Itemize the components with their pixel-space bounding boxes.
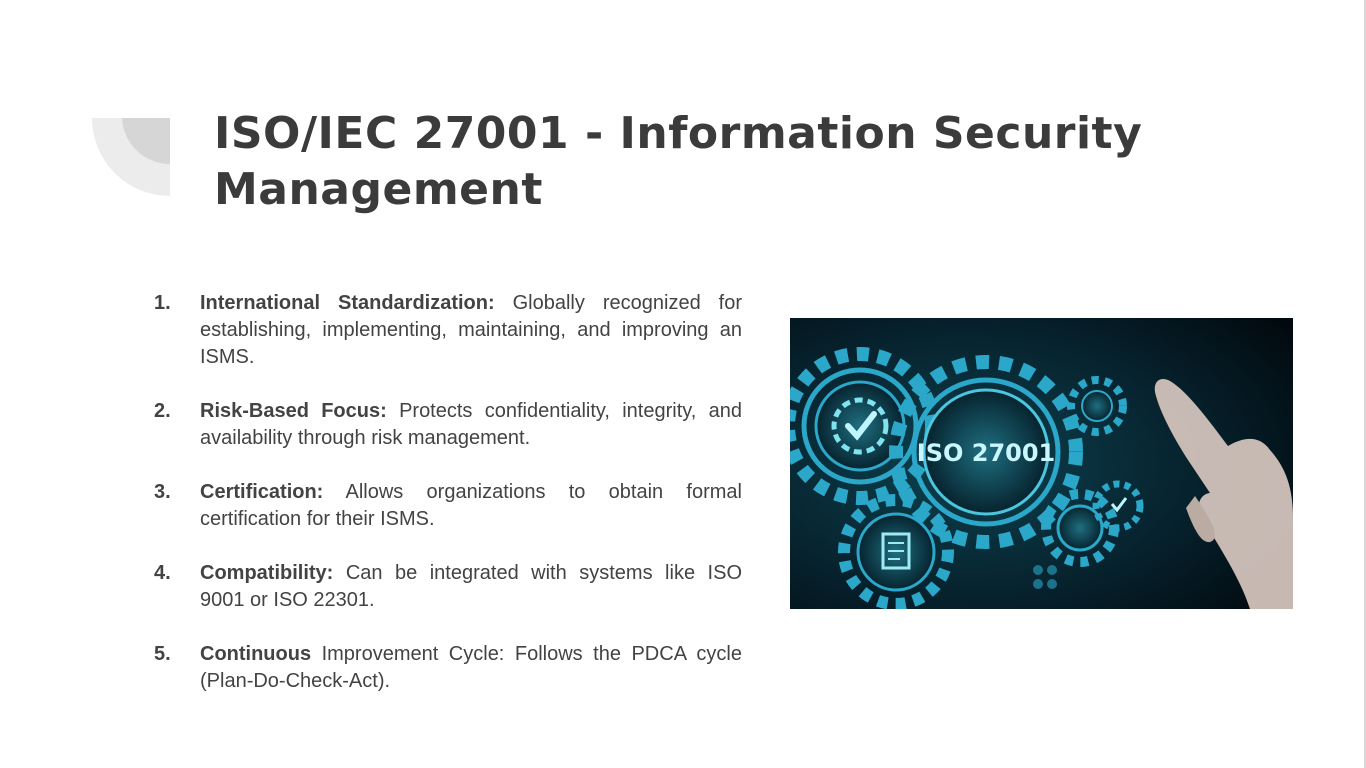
item-body: International Standardization: Globally … bbox=[200, 290, 742, 371]
list-item: 3. Certification: Allows organizations t… bbox=[154, 479, 742, 533]
feature-list: 1. International Standardization: Global… bbox=[154, 290, 742, 722]
list-item: 1. International Standardization: Global… bbox=[154, 290, 742, 371]
item-term: Risk-Based Focus: bbox=[200, 400, 387, 422]
item-term: Certification: bbox=[200, 481, 324, 503]
item-term: International Standardization: bbox=[200, 292, 495, 314]
item-number: 5. bbox=[154, 643, 171, 665]
item-body: Continuous Improvement Cycle: Follows th… bbox=[200, 641, 742, 695]
slide-title: ISO/IEC 27001 - Information Security Man… bbox=[214, 108, 1143, 215]
item-number: 1. bbox=[154, 292, 171, 314]
item-term: Compatibility: bbox=[200, 562, 334, 584]
corner-decoration bbox=[92, 118, 170, 196]
item-number: 3. bbox=[154, 481, 171, 503]
item-number: 4. bbox=[154, 562, 171, 584]
list-item: 5. Continuous Improvement Cycle: Follows… bbox=[154, 641, 742, 695]
gears-illustration: ISO 27001 bbox=[790, 318, 1293, 609]
slide: ISO/IEC 27001 - Information Security Man… bbox=[0, 0, 1366, 768]
item-body: Risk-Based Focus: Protects confidentiali… bbox=[200, 398, 742, 452]
list-item: 2. Risk-Based Focus: Protects confidenti… bbox=[154, 398, 742, 452]
iso-label: ISO 27001 bbox=[917, 439, 1055, 467]
item-body: Certification: Allows organizations to o… bbox=[200, 479, 742, 533]
iso-gears-image: ISO 27001 bbox=[790, 318, 1293, 609]
item-term: Continuous bbox=[200, 643, 312, 665]
list-item: 4. Compatibility: Can be integrated with… bbox=[154, 560, 742, 614]
item-body: Compatibility: Can be integrated with sy… bbox=[200, 560, 742, 614]
item-number: 2. bbox=[154, 400, 171, 422]
